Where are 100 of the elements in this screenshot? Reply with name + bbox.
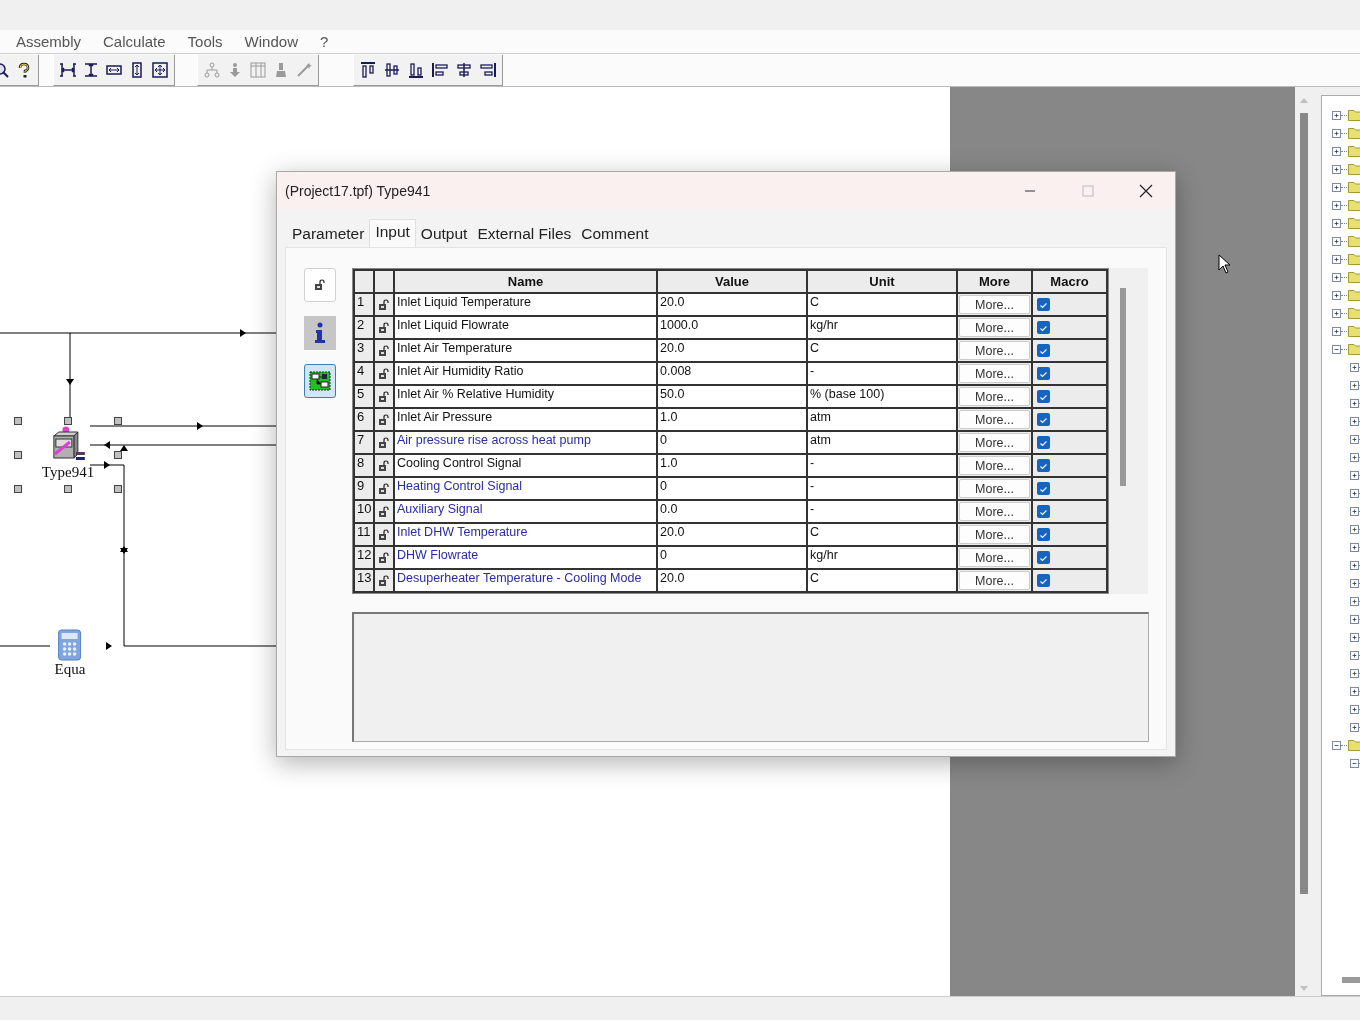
diagram-button[interactable] <box>304 364 336 398</box>
checkbox[interactable] <box>1037 298 1050 311</box>
table-cell[interactable]: Inlet Air Pressure <box>395 409 656 430</box>
column-header[interactable]: Name <box>395 271 656 292</box>
table-cell[interactable]: - <box>808 501 956 522</box>
table-cell[interactable]: C <box>808 294 956 315</box>
lock-icon[interactable] <box>378 528 390 541</box>
table-cell[interactable]: Inlet Liquid Temperature <box>395 294 656 315</box>
table-cell[interactable]: Inlet Air Temperature <box>395 340 656 361</box>
plus-box-icon[interactable] <box>1350 650 1359 660</box>
table-cell[interactable]: Cooling Control Signal <box>395 455 656 476</box>
info-button[interactable] <box>304 316 336 350</box>
plus-box-icon[interactable] <box>1350 578 1359 588</box>
table-cell[interactable]: Air pressure rise across heat pump <box>395 432 656 453</box>
menu-item[interactable]: Calculate <box>103 33 166 50</box>
folder-icon[interactable] <box>1348 325 1360 337</box>
checkbox[interactable] <box>1037 528 1050 541</box>
folder-icon[interactable] <box>1348 343 1360 355</box>
more-button[interactable]: More... <box>959 571 1030 590</box>
lock-icon[interactable] <box>314 279 326 291</box>
scrollbar-thumb[interactable] <box>1120 288 1126 486</box>
table-cell[interactable]: 0.008 <box>658 363 806 384</box>
selection-handle[interactable] <box>114 417 122 425</box>
table-cell[interactable]: C <box>808 570 956 591</box>
plus-box-icon[interactable] <box>1332 182 1341 192</box>
table-cell[interactable]: 0 <box>658 432 806 453</box>
menu-item[interactable]: Assembly <box>16 33 82 50</box>
plus-box-icon[interactable] <box>1350 722 1359 732</box>
table-cell[interactable]: kg/hr <box>808 547 956 568</box>
column-header[interactable]: Unit <box>808 271 956 292</box>
scrollbar-thumb[interactable] <box>1342 977 1360 983</box>
selection-handle[interactable] <box>14 451 22 459</box>
plus-box-icon[interactable] <box>1350 632 1359 642</box>
table-cell[interactable]: Desuperheater Temperature - Cooling Mode <box>395 570 656 591</box>
plus-box-icon[interactable] <box>1350 470 1359 480</box>
plus-box-icon[interactable] <box>1350 416 1359 426</box>
selection-handle[interactable] <box>14 485 22 493</box>
horizontal-arrows-icon[interactable] <box>106 62 122 78</box>
folder-icon[interactable] <box>1348 163 1360 175</box>
checkbox[interactable] <box>1037 436 1050 449</box>
lock-icon[interactable] <box>378 459 390 472</box>
folder-icon[interactable] <box>1348 109 1360 121</box>
folder-icon[interactable] <box>1348 199 1360 211</box>
plus-box-icon[interactable] <box>1350 596 1359 606</box>
more-button[interactable]: More... <box>959 318 1030 337</box>
minus-box-icon[interactable] <box>1350 758 1359 768</box>
more-button[interactable]: More... <box>959 502 1030 521</box>
plus-box-icon[interactable] <box>1350 560 1359 570</box>
menu-item[interactable]: Tools <box>187 33 223 50</box>
folder-icon[interactable] <box>1348 739 1360 751</box>
checkbox[interactable] <box>1037 413 1050 426</box>
folder-icon[interactable] <box>1348 253 1360 265</box>
folder-icon[interactable] <box>1348 145 1360 157</box>
lock-icon[interactable] <box>378 505 390 518</box>
lock-button[interactable] <box>304 268 336 302</box>
plus-box-icon[interactable] <box>1332 146 1341 156</box>
table-cell[interactable]: 0.0 <box>658 501 806 522</box>
lock-icon[interactable] <box>378 344 390 357</box>
plus-box-icon[interactable] <box>1350 614 1359 624</box>
more-button[interactable]: More... <box>959 525 1030 544</box>
table-cell[interactable]: DHW Flowrate <box>395 547 656 568</box>
plus-box-icon[interactable] <box>1350 524 1359 534</box>
folder-icon[interactable] <box>1348 289 1360 301</box>
plus-box-icon[interactable] <box>1332 218 1341 228</box>
table-cell[interactable]: Inlet Liquid Flowrate <box>395 317 656 338</box>
align-top-icon[interactable] <box>360 62 376 78</box>
lock-icon[interactable] <box>378 413 390 426</box>
plus-box-icon[interactable] <box>1332 110 1341 120</box>
column-header[interactable]: More <box>958 271 1031 292</box>
selection-handle[interactable] <box>114 451 122 459</box>
lock-icon[interactable] <box>378 367 390 380</box>
plus-box-icon[interactable] <box>1350 506 1359 516</box>
plus-box-icon[interactable] <box>1332 236 1341 246</box>
table-cell[interactable]: Auxiliary Signal <box>395 501 656 522</box>
plus-box-icon[interactable] <box>1350 668 1359 678</box>
plus-box-icon[interactable] <box>1350 380 1359 390</box>
more-button[interactable]: More... <box>959 410 1030 429</box>
minus-box-icon[interactable] <box>1332 740 1341 750</box>
plus-box-icon[interactable] <box>1350 686 1359 696</box>
lock-icon[interactable] <box>378 436 390 449</box>
more-button[interactable]: More... <box>959 548 1030 567</box>
table-cell[interactable]: - <box>808 363 956 384</box>
plus-box-icon[interactable] <box>1332 254 1341 264</box>
plus-box-icon[interactable] <box>1332 308 1341 318</box>
plus-box-icon[interactable] <box>1350 488 1359 498</box>
plus-box-icon[interactable] <box>1332 272 1341 282</box>
lock-icon[interactable] <box>378 390 390 403</box>
table-cell[interactable]: 0 <box>658 478 806 499</box>
column-header[interactable]: Macro <box>1033 271 1106 292</box>
more-button[interactable]: More... <box>959 295 1030 314</box>
table-cell[interactable]: Inlet Air % Relative Humidity <box>395 386 656 407</box>
align-center-icon[interactable] <box>456 62 472 78</box>
checkbox[interactable] <box>1037 482 1050 495</box>
column-header[interactable]: Value <box>658 271 806 292</box>
menu-item[interactable]: Window <box>244 33 298 50</box>
checkbox[interactable] <box>1037 390 1050 403</box>
vertical-spacing-icon[interactable] <box>83 62 99 78</box>
plus-box-icon[interactable] <box>1350 542 1359 552</box>
table-cell[interactable]: 20.0 <box>658 294 806 315</box>
more-button[interactable]: More... <box>959 387 1030 406</box>
